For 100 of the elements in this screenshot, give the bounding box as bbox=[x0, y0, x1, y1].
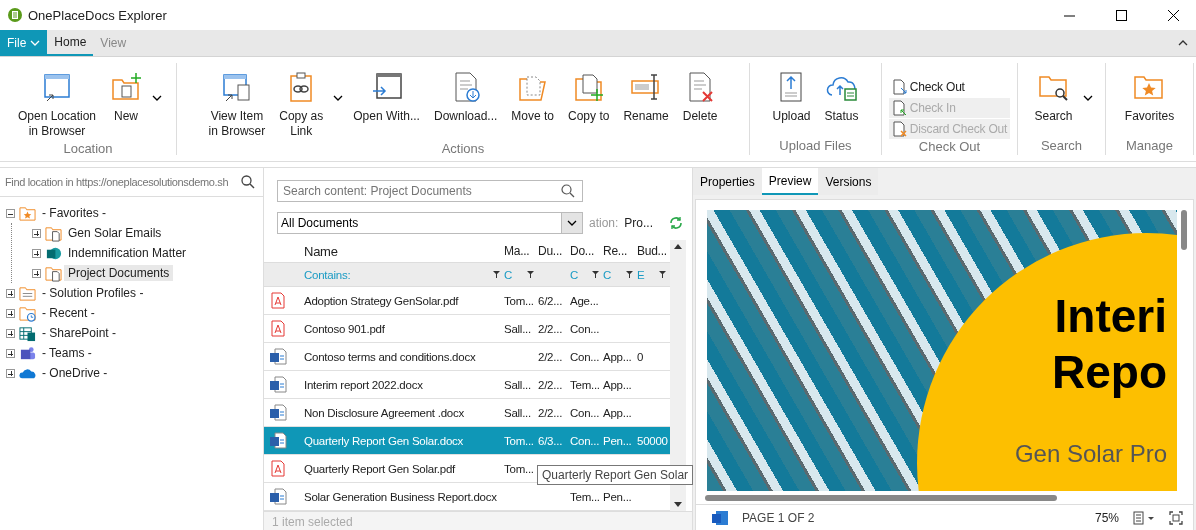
team-logo-icon bbox=[19, 344, 36, 362]
ribbon-button[interactable]: Download... bbox=[427, 69, 504, 126]
table-cell-text: 2/2... bbox=[538, 406, 564, 419]
group-label: Actions bbox=[440, 141, 486, 158]
table-cell-text: Con... bbox=[570, 406, 601, 419]
scrollbar-thumb[interactable] bbox=[705, 495, 1057, 501]
ribbon-tab[interactable]: Home bbox=[47, 30, 94, 56]
panel-tab[interactable]: Versions bbox=[818, 168, 879, 195]
table-cell-text: 2/2... bbox=[538, 350, 564, 363]
expand-toggle[interactable] bbox=[6, 308, 15, 318]
table-cell-text: Tem... bbox=[570, 378, 601, 391]
folder-clock-icon bbox=[19, 304, 36, 322]
folder-document-icon bbox=[45, 264, 62, 282]
table-cell-text: 50000 bbox=[637, 434, 669, 447]
ribbon-button[interactable]: View Item in Browser bbox=[202, 69, 272, 141]
expand-toggle[interactable] bbox=[6, 208, 15, 218]
column-header[interactable]: Bud... bbox=[637, 244, 670, 259]
ribbon-button[interactable]: Open Location in Browser bbox=[11, 69, 103, 141]
group-label: Search bbox=[1039, 138, 1084, 155]
content-search-field[interactable]: Search content: Project Documents bbox=[277, 180, 583, 202]
folder-document-icon bbox=[45, 224, 62, 242]
ribbon-button[interactable]: Move to bbox=[505, 69, 561, 126]
tree-item[interactable]: - Teams - bbox=[38, 345, 96, 361]
scroll-down-icon[interactable] bbox=[674, 502, 682, 507]
table-cell-text: Tem... bbox=[570, 490, 601, 503]
tooltip: Quarterly Report Gen Solar bbox=[537, 465, 694, 485]
column-header[interactable]: Du... bbox=[538, 244, 570, 259]
tree-item[interactable]: - OneDrive - bbox=[38, 365, 112, 381]
folder-list-icon bbox=[19, 284, 36, 302]
caret-up-icon bbox=[1178, 40, 1188, 46]
group-label: Manage bbox=[1125, 138, 1174, 155]
document-arrow-icon bbox=[891, 79, 908, 95]
fit-page-button[interactable] bbox=[1169, 511, 1183, 525]
tree-item[interactable]: Indemnification Matter bbox=[64, 245, 191, 261]
ribbon-button[interactable]: Open With... bbox=[347, 69, 426, 126]
document-row[interactable]: Adoption Strategy GenSolar.pdf Tom... 6/2... Age... bbox=[264, 287, 670, 315]
filter-icon[interactable] bbox=[659, 271, 666, 279]
table-cell-text: Adoption Strategy GenSolar.pdf bbox=[304, 294, 460, 307]
tree-item[interactable]: - Favorites - bbox=[38, 205, 110, 221]
panel-tab[interactable]: Preview bbox=[761, 168, 819, 195]
column-header[interactable]: Re... bbox=[603, 244, 637, 259]
document-row[interactable]: Contoso 901.pdf Sall... 2/2... Con... bbox=[264, 315, 670, 343]
table-cell-text: App... bbox=[603, 406, 633, 419]
table-cell-text: Tom... bbox=[504, 462, 535, 475]
column-header[interactable]: Name bbox=[304, 243, 504, 259]
page-indicator: PAGE 1 OF 2 bbox=[742, 511, 816, 525]
ribbon-button[interactable]: New bbox=[104, 69, 149, 126]
filter-icon[interactable] bbox=[592, 271, 599, 279]
ribbon-button[interactable]: Favorites bbox=[1118, 69, 1181, 126]
expand-toggle[interactable] bbox=[6, 288, 15, 298]
ribbon-button[interactable]: Check Out bbox=[888, 77, 1011, 97]
refresh-button[interactable] bbox=[669, 216, 684, 230]
location-label: ation: bbox=[589, 216, 619, 230]
word-file-icon bbox=[270, 432, 287, 449]
table-cell-text: Pen... bbox=[603, 434, 633, 447]
column-header[interactable]: Ma... bbox=[504, 244, 538, 259]
pdf-file-icon bbox=[270, 460, 287, 477]
filter-icon[interactable] bbox=[626, 271, 633, 279]
filter-icon[interactable] bbox=[527, 271, 534, 279]
expand-toggle[interactable] bbox=[32, 228, 41, 238]
tree-item[interactable]: - SharePoint - bbox=[38, 325, 121, 341]
expand-toggle[interactable] bbox=[6, 328, 15, 338]
ribbon-button[interactable]: Rename bbox=[617, 69, 675, 126]
table-cell-text: 0 bbox=[637, 350, 645, 363]
table-cell-text: 2/2... bbox=[538, 378, 564, 391]
table-cell-text: Pen... bbox=[603, 490, 633, 503]
scrollbar-thumb[interactable] bbox=[1181, 210, 1187, 250]
document-row[interactable]: Contoso terms and conditions.docx 2/2... Con... App... 0 bbox=[264, 343, 670, 371]
table-cell-text: 2/2... bbox=[538, 322, 564, 335]
slide-subtitle: Gen Solar Pro bbox=[1014, 440, 1167, 468]
tree-item[interactable]: Gen Solar Emails bbox=[64, 225, 166, 241]
expand-toggle[interactable] bbox=[32, 268, 41, 278]
star-folder-icon bbox=[19, 204, 36, 222]
filter-icon[interactable] bbox=[493, 271, 500, 279]
expand-toggle[interactable] bbox=[32, 248, 41, 258]
chevron-down-icon bbox=[30, 40, 41, 46]
table-cell-text: Sall... bbox=[504, 406, 532, 419]
table-cell-text: App... bbox=[603, 378, 633, 391]
ribbon-button[interactable]: Upload bbox=[766, 69, 817, 126]
view-dropdown[interactable]: All Documents bbox=[277, 212, 583, 234]
view-mode-button[interactable] bbox=[1133, 511, 1155, 525]
tree-item[interactable]: - Recent - bbox=[38, 305, 99, 321]
document-row[interactable]: Interim report 2022.docx Sall... 2/2... Tem... App... bbox=[264, 371, 670, 399]
table-cell-text: Contoso 901.pdf bbox=[304, 322, 386, 335]
document-arrow-icon bbox=[891, 100, 908, 116]
word-file-icon bbox=[270, 376, 287, 393]
ribbon-button[interactable]: Copy as Link bbox=[273, 69, 330, 141]
panel-tab[interactable]: Properties bbox=[693, 168, 762, 195]
column-header[interactable]: Do... bbox=[570, 244, 603, 259]
scroll-up-icon[interactable] bbox=[674, 244, 682, 249]
ribbon-button[interactable]: Search bbox=[1028, 69, 1079, 126]
ribbon-button[interactable]: Delete bbox=[676, 69, 724, 126]
ribbon-button[interactable]: Status bbox=[818, 69, 865, 126]
table-cell-text: Quarterly Report Gen Solar.docx bbox=[304, 434, 465, 447]
expand-toggle[interactable] bbox=[6, 348, 15, 358]
group-label: Check Out bbox=[917, 139, 982, 156]
tree-item[interactable]: - Solution Profiles - bbox=[38, 285, 148, 301]
expand-toggle[interactable] bbox=[6, 368, 15, 378]
tree-item[interactable]: Project Documents bbox=[64, 265, 174, 281]
ribbon-button[interactable]: Copy to bbox=[562, 69, 616, 126]
